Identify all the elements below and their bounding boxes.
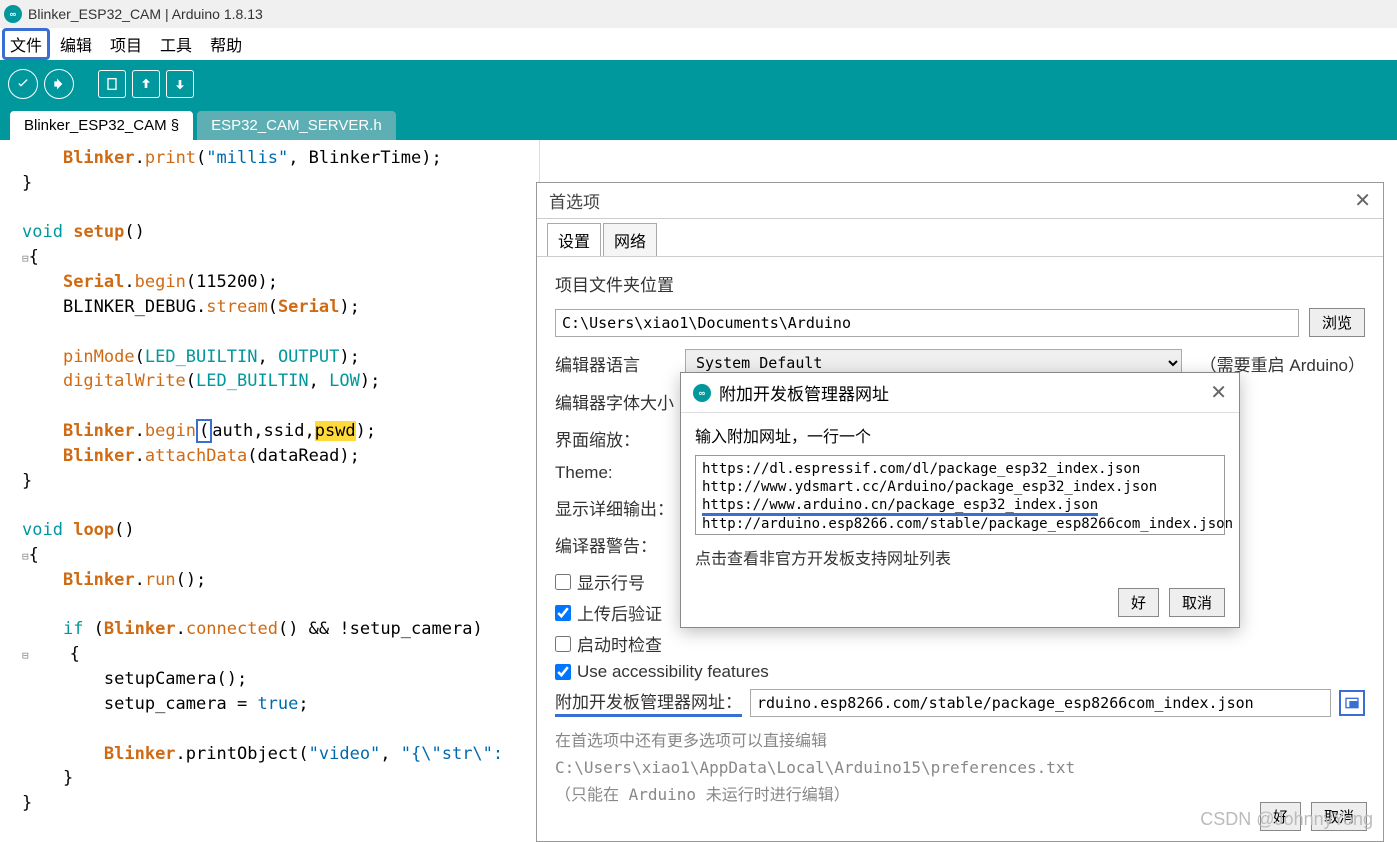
tab-bar: Blinker_ESP32_CAM § ESP32_CAM_SERVER.h — [0, 108, 1397, 140]
menu-project[interactable]: 项目 — [102, 28, 150, 60]
verify-button[interactable] — [8, 69, 38, 99]
title-bar: ∞ Blinker_ESP32_CAM | Arduino 1.8.13 — [0, 0, 1397, 28]
url-cancel-button[interactable]: 取消 — [1169, 588, 1225, 617]
menu-help[interactable]: 帮助 — [202, 28, 250, 60]
menu-bar: 文件 编辑 项目 工具 帮助 — [0, 28, 1397, 60]
upload-button[interactable] — [44, 69, 74, 99]
pref-tab-settings[interactable]: 设置 — [547, 223, 601, 256]
sketchbook-label: 项目文件夹位置 — [555, 271, 674, 296]
pref-title-bar: 首选项 ✕ — [537, 183, 1383, 219]
warn-label: 编译器警告： — [555, 532, 675, 557]
save-button[interactable] — [166, 70, 194, 98]
tab-header[interactable]: ESP32_CAM_SERVER.h — [197, 111, 396, 140]
open-button[interactable] — [132, 70, 160, 98]
check-checkbox[interactable] — [555, 636, 571, 652]
window-title: Blinker_ESP32_CAM | Arduino 1.8.13 — [28, 6, 263, 22]
arduino-logo-icon: ∞ — [693, 384, 711, 402]
menu-tools[interactable]: 工具 — [152, 28, 200, 60]
sketchbook-input[interactable] — [555, 309, 1299, 337]
pref-gray-1: 在首选项中还有更多选项可以直接编辑 — [555, 727, 1365, 754]
toolbar — [0, 60, 1397, 108]
new-button[interactable] — [98, 70, 126, 98]
boards-url-input[interactable] — [750, 689, 1331, 717]
pref-tab-network[interactable]: 网络 — [603, 223, 657, 256]
scale-label: 界面缩放： — [555, 426, 675, 451]
verify-checkbox[interactable] — [555, 605, 571, 621]
menu-file[interactable]: 文件 — [2, 28, 50, 60]
pref-gray-2: C:\Users\xiao1\AppData\Local\Arduino15\p… — [555, 754, 1365, 781]
url-dialog: ∞ 附加开发板管理器网址 ✕ 输入附加网址，一行一个 https://dl.es… — [680, 372, 1240, 628]
boards-url-label: 附加开发板管理器网址： — [555, 688, 742, 717]
code-editor[interactable]: Blinker.print("millis", BlinkerTime); } … — [0, 140, 540, 820]
verify-label: 上传后验证 — [577, 600, 662, 625]
close-icon[interactable]: ✕ — [1210, 380, 1227, 405]
lineno-label: 显示行号 — [577, 569, 645, 594]
menu-edit[interactable]: 编辑 — [52, 28, 100, 60]
pref-title-text: 首选项 — [549, 188, 600, 213]
tab-main[interactable]: Blinker_ESP32_CAM § — [10, 111, 193, 140]
theme-label: Theme: — [555, 463, 675, 483]
lineno-checkbox[interactable] — [555, 574, 571, 590]
url-textarea[interactable]: https://dl.espressif.com/dl/package_esp3… — [695, 455, 1225, 535]
verbose-label: 显示详细输出： — [555, 495, 675, 520]
expand-url-icon[interactable] — [1339, 690, 1365, 716]
accy-label: Use accessibility features — [577, 662, 769, 682]
pref-gray-3: （只能在 Arduino 未运行时进行编辑） — [555, 781, 1365, 808]
accy-checkbox[interactable] — [555, 664, 571, 680]
check-label: 启动时检查 — [577, 631, 662, 656]
language-label: 编辑器语言 — [555, 351, 675, 376]
browse-button[interactable]: 浏览 — [1309, 308, 1365, 337]
fontsize-label: 编辑器字体大小 — [555, 389, 675, 414]
watermark: CSDN @JohnnyYong — [1200, 809, 1373, 830]
url-ok-button[interactable]: 好 — [1118, 588, 1159, 617]
pref-tabs: 设置 网络 — [537, 219, 1383, 257]
close-icon[interactable]: ✕ — [1354, 188, 1371, 213]
url-prompt: 输入附加网址，一行一个 — [695, 423, 1225, 447]
url-dialog-title: 附加开发板管理器网址 — [719, 380, 889, 405]
arduino-logo-icon: ∞ — [4, 5, 22, 23]
url-title-bar: ∞ 附加开发板管理器网址 ✕ — [681, 373, 1239, 413]
unofficial-link[interactable]: 点击查看非官方开发板支持网址列表 — [695, 545, 1225, 569]
